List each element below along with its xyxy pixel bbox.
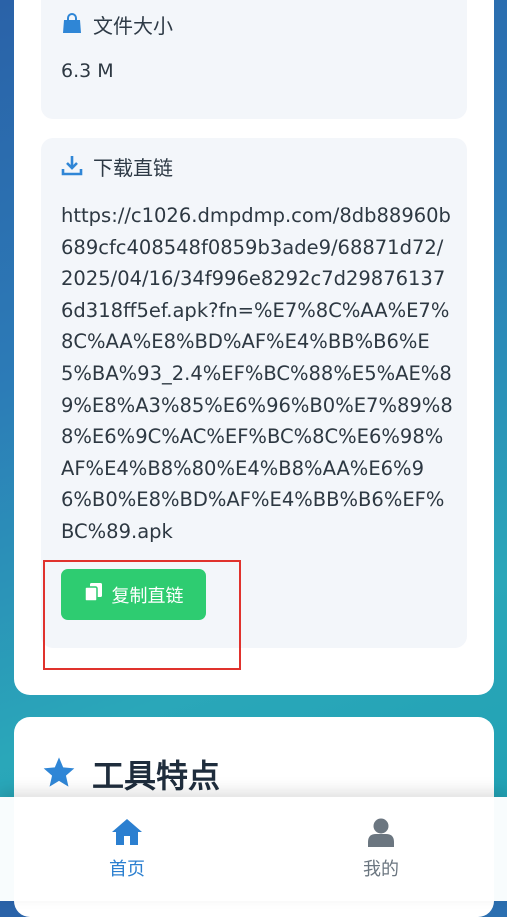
- user-icon: [367, 815, 395, 849]
- home-icon: [110, 815, 144, 849]
- bottom-tab-bar: 首页 我的: [0, 797, 507, 901]
- copy-icon: [83, 582, 104, 607]
- copy-link-button[interactable]: 复制直链: [61, 569, 206, 620]
- tab-mine[interactable]: 我的: [306, 797, 456, 901]
- copy-link-label: 复制直链: [111, 585, 184, 606]
- file-size-value: 6.3 M: [61, 60, 114, 82]
- star-icon: [42, 756, 76, 792]
- file-info-card: 文件大小 6.3 M 下载直链 https://c1026.dmpdmp.com…: [14, 0, 494, 695]
- download-url-text[interactable]: https://c1026.dmpdmp.com/8db88960b689cfc…: [61, 200, 453, 548]
- tab-home-label: 首页: [109, 859, 145, 880]
- download-icon: [61, 154, 83, 180]
- features-header: 工具特点: [42, 751, 220, 797]
- file-size-label: 文件大小: [93, 14, 173, 38]
- tab-home[interactable]: 首页: [52, 797, 202, 901]
- features-title: 工具特点: [92, 757, 221, 795]
- tab-mine-label: 我的: [363, 859, 399, 880]
- shopping-bag-icon: [61, 12, 83, 38]
- download-label-row: 下载直链: [61, 152, 173, 181]
- download-label: 下载直链: [93, 156, 173, 180]
- file-size-label-row: 文件大小: [61, 10, 173, 39]
- download-link-section: 下载直链 https://c1026.dmpdmp.com/8db88960b6…: [41, 138, 467, 648]
- file-size-section: 文件大小 6.3 M: [41, 0, 467, 119]
